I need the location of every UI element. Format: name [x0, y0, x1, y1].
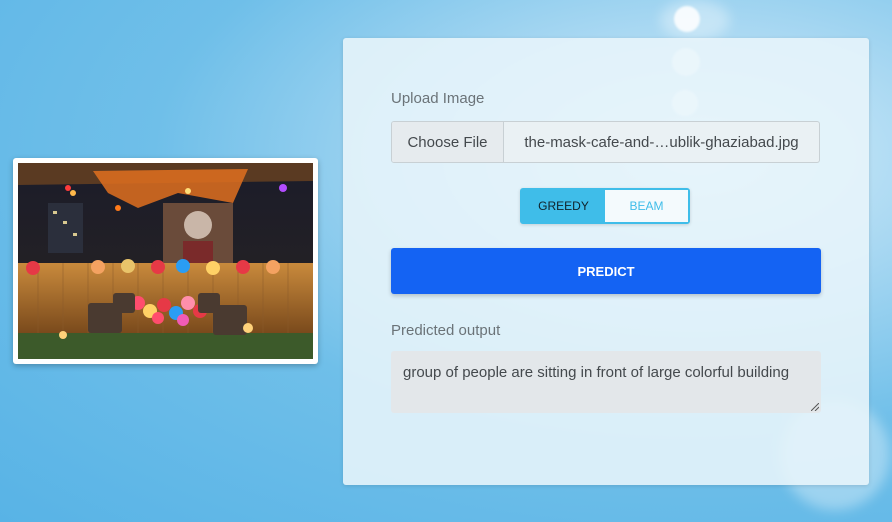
- bokeh-light: [674, 6, 700, 32]
- beam-option-button[interactable]: BEAM: [605, 190, 688, 222]
- image-preview-card: [13, 158, 318, 364]
- predict-button[interactable]: PREDICT: [391, 248, 821, 294]
- file-upload-input[interactable]: Choose File the-mask-cafe-and-…ublik-gha…: [391, 121, 820, 163]
- decoding-mode-toggle: GREEDY BEAM: [520, 188, 690, 224]
- upload-image-label: Upload Image: [391, 90, 485, 107]
- choose-file-button[interactable]: Choose File: [392, 122, 504, 162]
- predicted-output-label: Predicted output: [391, 322, 501, 339]
- resize-grip-icon[interactable]: [811, 403, 819, 411]
- selected-file-name: the-mask-cafe-and-…ublik-ghaziabad.jpg: [524, 133, 799, 151]
- predicted-output-textarea[interactable]: group of people are sitting in front of …: [391, 351, 821, 413]
- predicted-output-text: group of people are sitting in front of …: [403, 364, 790, 381]
- caption-form-panel: Upload Image Choose File the-mask-cafe-a…: [343, 38, 869, 485]
- greedy-option-button[interactable]: GREEDY: [522, 190, 605, 222]
- uploaded-image-preview: [18, 163, 313, 359]
